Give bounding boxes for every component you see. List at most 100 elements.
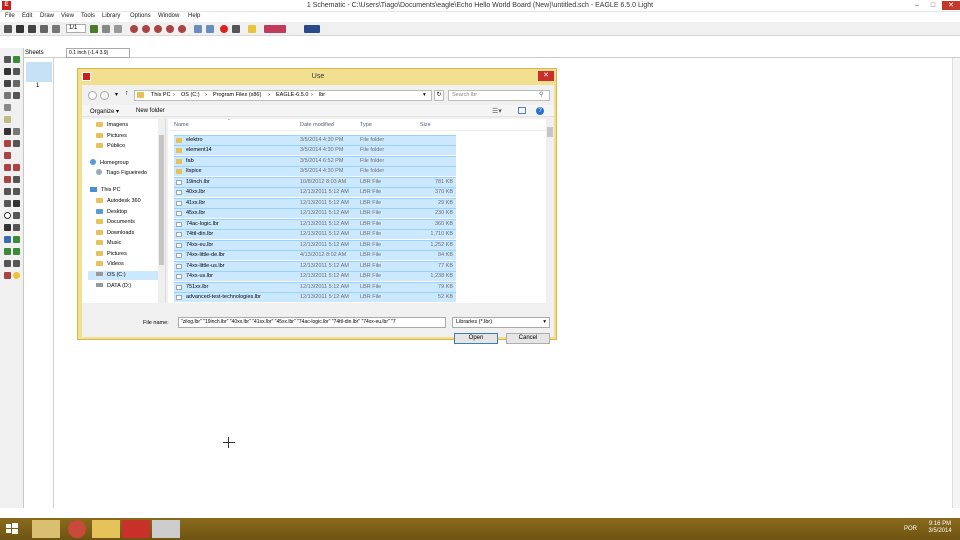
split-tool-icon[interactable] bbox=[13, 176, 20, 183]
forward-button[interactable] bbox=[100, 91, 109, 100]
nav-item[interactable]: Autodesk 360 bbox=[96, 197, 141, 206]
copy-tool-icon[interactable] bbox=[13, 80, 20, 87]
board-icon[interactable] bbox=[52, 25, 60, 33]
show-tool-icon[interactable] bbox=[13, 56, 20, 63]
clock[interactable]: 9:16 PM 3/5/2014 bbox=[922, 521, 958, 535]
nav-item-this-pc[interactable]: This PC bbox=[90, 186, 121, 195]
file-row[interactable]: element14 3/5/2014 4:30 PM File folder bbox=[174, 145, 456, 155]
open-button[interactable]: Open bbox=[454, 333, 498, 344]
redo-icon[interactable] bbox=[206, 25, 214, 33]
recent-chevron-icon[interactable]: ▾ bbox=[115, 91, 118, 98]
file-row[interactable]: 74xx-little-us.lbr 12/13/2011 5:12 AM LBR … bbox=[174, 261, 456, 271]
back-button[interactable] bbox=[88, 91, 97, 100]
nav-item[interactable]: Pictures bbox=[96, 250, 127, 259]
preview-pane-icon[interactable] bbox=[518, 107, 526, 114]
nav-item[interactable]: Imagens bbox=[96, 121, 128, 130]
zoom-area-icon[interactable] bbox=[178, 25, 186, 33]
save-icon[interactable] bbox=[16, 25, 24, 33]
windows-start-icon[interactable] bbox=[6, 523, 18, 535]
delete-tool-icon[interactable] bbox=[4, 128, 11, 135]
zoom-fit-icon[interactable] bbox=[130, 25, 138, 33]
nav-scroll-thumb[interactable] bbox=[159, 135, 164, 265]
add-tool-icon[interactable] bbox=[13, 128, 20, 135]
miter-tool-icon[interactable] bbox=[4, 188, 11, 195]
net-tool-icon[interactable] bbox=[13, 236, 20, 243]
language-indicator[interactable]: POR bbox=[904, 526, 917, 532]
ltc-spice-icon[interactable] bbox=[304, 25, 320, 33]
close-button[interactable]: ✕ bbox=[942, 1, 960, 10]
sheet-thumbnail[interactable] bbox=[26, 62, 52, 82]
nav-item[interactable]: Documents bbox=[96, 218, 135, 227]
nav-item[interactable]: Downloads bbox=[96, 229, 134, 238]
search-input[interactable]: Search lbr bbox=[448, 90, 550, 101]
undo-icon[interactable] bbox=[194, 25, 202, 33]
menu-draw[interactable]: Draw bbox=[40, 13, 54, 19]
cam-icon[interactable] bbox=[40, 25, 48, 33]
nav-item[interactable]: Music bbox=[96, 239, 121, 248]
file-row[interactable]: 45xx.lbr 12/13/2011 5:12 AM LBR File 230 KB bbox=[174, 208, 456, 218]
replace-tool-icon[interactable] bbox=[13, 140, 20, 147]
design-link-icon[interactable] bbox=[264, 25, 286, 33]
menu-view[interactable]: View bbox=[61, 13, 74, 19]
help-icon[interactable] bbox=[248, 25, 256, 33]
column-date[interactable]: Date modified bbox=[300, 122, 334, 128]
file-row[interactable]: 41xx.lbr 12/13/2011 5:12 AM LBR File 29 KB bbox=[174, 198, 456, 208]
file-name-input[interactable]: "zilog.lbr" "19inch.lbr" "40xx.lbr" "41x… bbox=[178, 317, 446, 328]
print-icon[interactable] bbox=[28, 25, 36, 33]
nav-item[interactable]: Desktop bbox=[96, 208, 127, 217]
nav-item-user[interactable]: Tiago Figueiredo bbox=[96, 169, 147, 178]
arc-tool-icon[interactable] bbox=[13, 212, 20, 219]
zoom-in-icon[interactable] bbox=[142, 25, 150, 33]
column-size[interactable]: Size bbox=[420, 122, 431, 128]
nav-item-data-d[interactable]: DATA (D:) bbox=[96, 282, 131, 291]
smash-tool-icon[interactable] bbox=[4, 176, 11, 183]
stop-icon[interactable] bbox=[220, 25, 228, 33]
canvas-scrollbar[interactable] bbox=[952, 58, 960, 508]
bus-tool-icon[interactable] bbox=[4, 236, 11, 243]
name-tool-icon[interactable] bbox=[4, 164, 11, 171]
errc-tool-icon[interactable] bbox=[4, 272, 11, 279]
dimension-tool-icon[interactable] bbox=[13, 260, 20, 267]
dialog-close-button[interactable]: ✕ bbox=[538, 71, 554, 81]
nav-item[interactable]: Videos bbox=[96, 260, 124, 269]
breadcrumb-os-c[interactable]: OS (C:) bbox=[181, 91, 200, 100]
file-row[interactable]: elektro 3/5/2014 4:30 PM File folder bbox=[174, 135, 456, 145]
gateswap-tool-icon[interactable] bbox=[4, 152, 11, 159]
move-tool-icon[interactable] bbox=[4, 80, 11, 87]
menu-tools[interactable]: Tools bbox=[81, 13, 95, 19]
file-list-scrollbar[interactable] bbox=[546, 119, 554, 303]
text-tool-icon[interactable] bbox=[13, 200, 20, 207]
pinswap-tool-icon[interactable] bbox=[4, 140, 11, 147]
column-type[interactable]: Type bbox=[360, 122, 372, 128]
file-row[interactable]: 19inch.lbr 10/8/2012 8:03 AM LBR File 781 K… bbox=[174, 177, 456, 187]
nav-item[interactable]: Público bbox=[96, 142, 125, 151]
label-tool-icon[interactable] bbox=[13, 248, 20, 255]
file-explorer-taskbar-icon[interactable] bbox=[32, 520, 60, 538]
eagle-taskbar-icon[interactable] bbox=[122, 520, 150, 538]
menu-options[interactable]: Options bbox=[130, 13, 151, 19]
file-row[interactable]: 74ttl-din.lbr 12/13/2011 5:12 AM LBR File 1… bbox=[174, 229, 456, 239]
view-options-icon[interactable]: ☰▾ bbox=[492, 107, 502, 115]
organize-button[interactable]: Organize ▾ bbox=[90, 108, 119, 115]
group-tool-icon[interactable] bbox=[4, 104, 11, 111]
file-row[interactable]: advanced-test-technologies.lbr 12/13/2011… bbox=[174, 292, 456, 302]
mark-tool-icon[interactable] bbox=[13, 68, 20, 75]
erc-warning-icon[interactable] bbox=[13, 272, 20, 279]
polygon-tool-icon[interactable] bbox=[13, 224, 20, 231]
value-tool-icon[interactable] bbox=[13, 164, 20, 171]
display-tool-icon[interactable] bbox=[4, 68, 11, 75]
run-icon[interactable] bbox=[102, 25, 110, 33]
menu-window[interactable]: Window bbox=[158, 13, 179, 19]
file-type-select[interactable]: Libraries (*.lbr) ▾ bbox=[452, 317, 550, 328]
address-bar[interactable]: This PC › OS (C:) › Program Files (x86) … bbox=[134, 90, 432, 101]
breadcrumb-eagle[interactable]: EAGLE-6.5.0 bbox=[276, 91, 308, 100]
breadcrumb-program-files[interactable]: Program Files (x86) bbox=[213, 91, 261, 100]
nav-item-homegroup[interactable]: Homegroup bbox=[90, 159, 129, 168]
address-dropdown-icon[interactable]: ▾ bbox=[423, 91, 426, 100]
go-icon[interactable] bbox=[232, 25, 240, 33]
file-row[interactable]: 74xx-eu.lbr 12/13/2011 5:12 AM LBR File 1,2… bbox=[174, 240, 456, 250]
menu-help[interactable]: Help bbox=[188, 13, 200, 19]
breadcrumb-this-pc[interactable]: This PC bbox=[151, 91, 171, 100]
file-row[interactable]: ltspice 3/5/2014 4:30 PM File folder bbox=[174, 166, 456, 176]
mirror-tool-icon[interactable] bbox=[4, 92, 11, 99]
